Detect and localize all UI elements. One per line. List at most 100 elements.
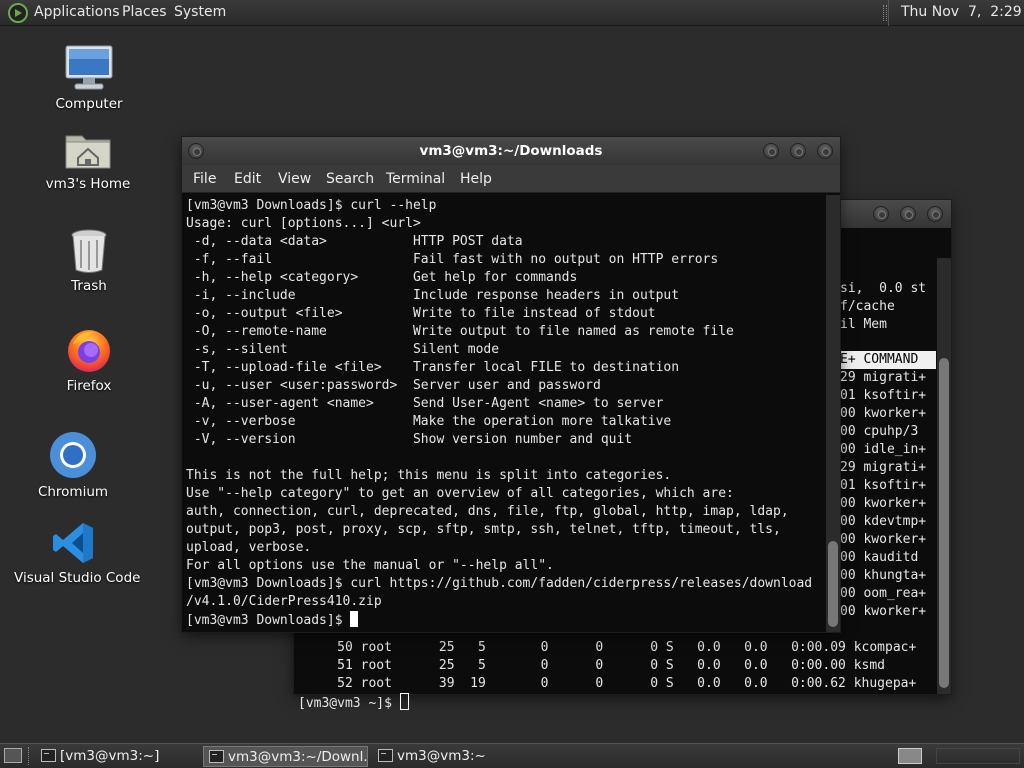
- process-time: 00: [840, 586, 856, 601]
- back-terminal-scrollbar[interactable]: [937, 258, 951, 694]
- prompt-text: [vm3@vm3 ~]$: [298, 696, 400, 711]
- terminal-line: For all options use the manual or "--hel…: [186, 558, 554, 573]
- process-command: khungta+: [863, 568, 927, 583]
- terminal-line: output, pop3, post, proxy, scp, sftp, sm…: [186, 522, 781, 537]
- terminal-icon: [378, 749, 393, 762]
- places-menu[interactable]: Places: [122, 4, 167, 20]
- workspace-switcher-icon[interactable]: [898, 748, 922, 764]
- process-time: 00: [840, 424, 856, 439]
- applications-menu[interactable]: Applications: [34, 4, 120, 20]
- clock[interactable]: Thu Nov 7, 2:29 PM: [901, 4, 1024, 20]
- terminal-prompt-line[interactable]: [vm3@vm3 Downloads]$: [186, 611, 812, 629]
- process-row-fragment: 00 khungta+: [840, 567, 926, 585]
- computer-icon: [65, 45, 113, 90]
- vscode-icon: [53, 523, 93, 563]
- close-button[interactable]: [817, 143, 833, 159]
- prompt-text: [vm3@vm3 Downloads]$: [186, 613, 351, 628]
- process-command: kworker+: [863, 496, 927, 511]
- show-desktop-icon[interactable]: [4, 748, 22, 763]
- terminal-line: -T, --upload-file <file> Transfer local …: [186, 360, 680, 375]
- firefox-icon: [68, 330, 110, 372]
- taskbar-item-label: vm3@vm3:~: [397, 748, 486, 764]
- process-time: 00: [840, 550, 856, 565]
- desktop-icon-label: Firefox: [66, 378, 112, 394]
- close-button[interactable]: [927, 206, 943, 222]
- process-command: migrati+: [863, 460, 927, 475]
- process-row-fragment: 01 ksoftir+: [840, 387, 926, 405]
- process-time: 00: [840, 496, 856, 511]
- terminal-line: This is not the full help; this menu is …: [186, 468, 672, 483]
- taskbar-item-active[interactable]: vm3@vm3:~/Downl...: [203, 746, 368, 767]
- window-menu-button[interactable]: [188, 143, 204, 159]
- cache-summary-text: f/cache: [840, 299, 895, 314]
- process-time: 01: [840, 478, 856, 493]
- terminal-icon: [209, 750, 224, 763]
- process-command: kworker+: [863, 604, 927, 619]
- desktop-home-folder[interactable]: vm3's Home: [40, 128, 136, 192]
- bottom-panel: [vm3@vm3:~] vm3@vm3:~/Downl... vm3@vm3:~: [0, 743, 1024, 768]
- menu-terminal[interactable]: Terminal: [386, 171, 445, 187]
- taskbar-item[interactable]: [vm3@vm3:~]: [36, 746, 198, 767]
- terminal-line: -o, --output <file> Write to file instea…: [186, 306, 656, 321]
- desktop-trash[interactable]: Trash: [44, 228, 134, 294]
- terminal-line: [vm3@vm3 Downloads]$ curl https://github…: [186, 576, 813, 591]
- front-terminal-scrollbar[interactable]: [826, 195, 840, 632]
- process-time: 00: [840, 604, 856, 619]
- menu-help[interactable]: Help: [460, 171, 492, 187]
- menu-search[interactable]: Search: [326, 171, 374, 187]
- process-row-fragment: 00 oom_rea+: [840, 585, 926, 603]
- desktop-icon-label: vm3's Home: [45, 176, 131, 192]
- terminal-line: /v4.1.0/CiderPress410.zip: [186, 594, 382, 609]
- scrollbar-thumb[interactable]: [939, 358, 949, 688]
- process-time: 00: [840, 568, 856, 583]
- terminal-line: [vm3@vm3 Downloads]$ curl --help: [186, 198, 437, 213]
- terminal-line: -v, --verbose Make the operation more ta…: [186, 414, 672, 429]
- terminal-line: upload, verbose.: [186, 540, 312, 555]
- terminal-line: -u, --user <user:password> Server user a…: [186, 378, 601, 393]
- top-header-fragment: E+ COMMAND: [840, 351, 936, 369]
- minimize-button[interactable]: [873, 206, 889, 222]
- process-command: oom_rea+: [863, 586, 927, 601]
- window-title: vm3@vm3:~/Downloads: [419, 143, 603, 159]
- desktop-computer[interactable]: Computer: [44, 44, 134, 112]
- front-terminal-titlebar[interactable]: vm3@vm3:~/Downloads: [182, 137, 840, 165]
- taskbar-item-label: vm3@vm3:~/Downl...: [228, 749, 368, 765]
- distro-logo-icon[interactable]: [8, 3, 28, 23]
- desktop-icon-label: Trash: [71, 278, 107, 294]
- taskbar-item[interactable]: vm3@vm3:~: [373, 746, 535, 767]
- process-time: 29: [840, 370, 856, 385]
- system-menu[interactable]: System: [174, 4, 226, 20]
- desktop-firefox[interactable]: Firefox: [44, 326, 134, 394]
- maximize-button[interactable]: [790, 143, 806, 159]
- scrollbar-thumb[interactable]: [828, 541, 838, 627]
- desktop-icon-label: Visual Studio Code: [14, 570, 141, 586]
- process-row-fragment: 01 ksoftir+: [840, 477, 926, 495]
- maximize-button[interactable]: [900, 206, 916, 222]
- clock-area[interactable]: Thu Nov 7, 2:29 PM: [883, 0, 1024, 26]
- desktop-chromium[interactable]: Chromium: [28, 430, 118, 500]
- process-row-fragment: 00 kworker+: [840, 495, 926, 513]
- menu-view[interactable]: View: [278, 171, 311, 187]
- terminal-line: Use "--help category" to get an overview…: [186, 486, 734, 501]
- back-terminal-prompt[interactable]: [vm3@vm3 ~]$: [298, 693, 409, 713]
- top-summary-fragment: si, 0.0 st: [840, 280, 926, 298]
- process-command: migrati+: [863, 370, 927, 385]
- workspace-switcher[interactable]: [936, 748, 1020, 764]
- process-row-fragment: 00 kworker+: [840, 603, 926, 621]
- panel-separator: [28, 747, 30, 765]
- desktop-icon-label: Chromium: [37, 484, 109, 500]
- front-terminal-window[interactable]: vm3@vm3:~/Downloads File Edit View Searc…: [182, 137, 840, 632]
- minimize-button[interactable]: [763, 143, 779, 159]
- front-terminal-body[interactable]: [vm3@vm3 Downloads]$ curl --help Usage: c…: [182, 195, 826, 632]
- terminal-line: -A, --user-agent <name> Send User-Agent …: [186, 396, 664, 411]
- process-command: cpuhp/3: [863, 424, 919, 439]
- top-panel: Applications Places System Thu Nov 7, 2:…: [0, 0, 1024, 26]
- terminal-line: -O, --remote-name Write output to file n…: [186, 324, 734, 339]
- process-row-fragment: 00 idle_in+: [840, 441, 926, 459]
- desktop-vscode[interactable]: Visual Studio Code: [14, 520, 141, 586]
- terminal-line: auth, connection, curl, deprecated, dns,…: [186, 504, 789, 519]
- process-row-fragment: 00 kworker+: [840, 531, 926, 549]
- menu-file[interactable]: File: [193, 171, 216, 187]
- top-summary-fragment: il Mem: [840, 316, 887, 334]
- menu-edit[interactable]: Edit: [234, 171, 261, 187]
